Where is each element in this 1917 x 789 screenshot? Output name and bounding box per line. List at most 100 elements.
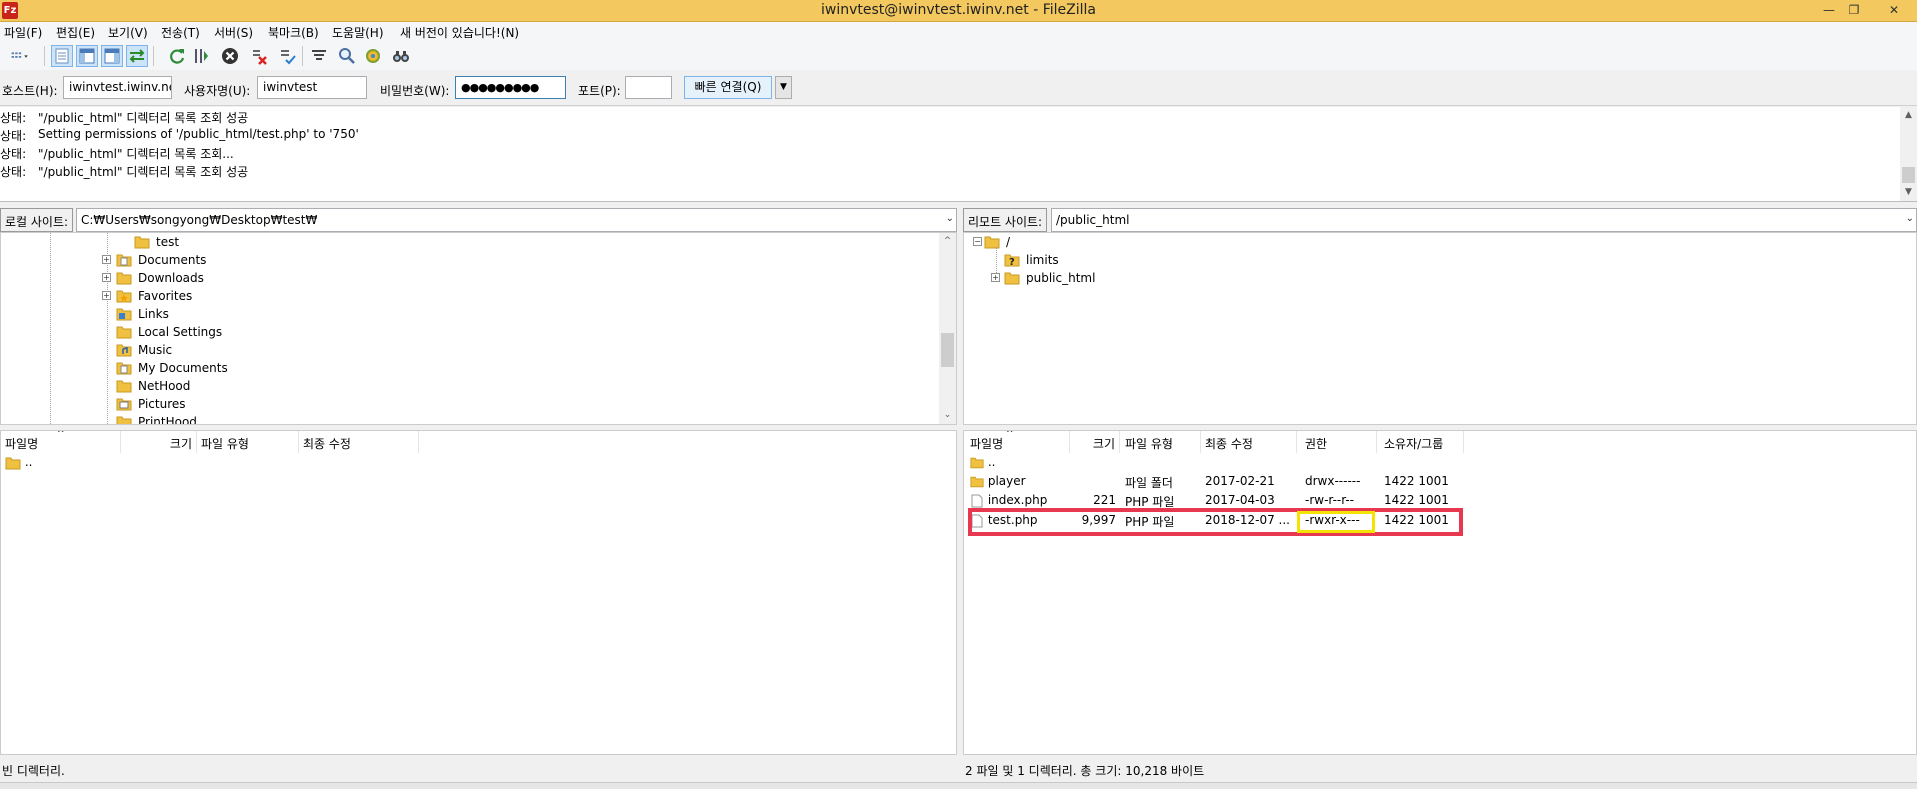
tree-node[interactable]: PrintHood <box>116 413 197 424</box>
menu-view[interactable]: 보기(V) <box>108 24 148 41</box>
cancel-operation-icon[interactable] <box>219 45 241 67</box>
column-header-filetype[interactable]: 파일 유형 <box>201 431 299 453</box>
remote-site-bar: 리모트 사이트: /public_html ⌄ <box>963 208 1917 232</box>
tree-node[interactable]: public_html <box>1004 269 1095 287</box>
menu-bar: 파일(F) 편집(E) 보기(V) 전송(T) 서버(S) 북마크(B) 도움말… <box>0 22 1917 42</box>
table-row[interactable]: .. <box>970 455 995 474</box>
scroll-up-icon[interactable]: ▲ <box>1900 107 1917 124</box>
tree-node[interactable]: Favorites <box>116 287 192 305</box>
tree-node-label: limits <box>1026 253 1059 267</box>
collapse-icon[interactable]: − <box>973 237 982 246</box>
local-tree-scrollbar[interactable]: ^ ⌄ <box>939 233 956 424</box>
directory-filter-icon[interactable] <box>308 45 330 67</box>
toolbar <box>0 42 1917 70</box>
column-header-size[interactable]: 크기 <box>1070 431 1120 453</box>
column-header-size[interactable]: 크기 <box>121 431 197 453</box>
quickconnect-button[interactable]: 빠른 연결(Q) <box>684 76 772 99</box>
music-icon <box>116 344 132 357</box>
tree-node[interactable]: Links <box>116 305 169 323</box>
local-status-text: 빈 디렉터리. <box>0 757 957 781</box>
chevron-down-icon[interactable]: ⌄ <box>1906 213 1914 224</box>
folder-icon <box>134 236 150 249</box>
password-input[interactable]: ●●●●●●●●● <box>455 76 566 99</box>
expand-icon[interactable]: + <box>102 273 111 282</box>
search-remote-files-icon[interactable] <box>390 45 412 67</box>
local-path-input[interactable]: C:₩Users₩songyong₩Desktop₩test₩ ⌄ <box>76 208 957 232</box>
toggle-local-tree-icon[interactable] <box>76 45 98 67</box>
expand-icon[interactable]: + <box>102 291 111 300</box>
expand-icon[interactable]: + <box>102 255 111 264</box>
title-bar: Fz iwinvtest@iwinvtest.iwinv.net - FileZ… <box>0 0 1917 22</box>
toggle-log-icon[interactable] <box>51 45 73 67</box>
pictures-icon <box>116 398 132 411</box>
host-input[interactable]: iwinvtest.iwinv.net <box>63 76 172 99</box>
column-header-label: 파일명 <box>5 437 39 451</box>
log-scrollbar[interactable]: ▲ ▼ <box>1900 107 1917 201</box>
column-header-modified[interactable]: 최종 수정 <box>303 431 419 453</box>
tree-node[interactable]: Documents <box>116 251 206 269</box>
menu-file[interactable]: 파일(F) <box>4 24 42 41</box>
tree-node[interactable]: My Documents <box>116 359 228 377</box>
menu-new-version[interactable]: 새 버전이 있습니다!(N) <box>400 24 519 41</box>
tree-node-label: Local Settings <box>138 325 223 339</box>
scroll-down-icon[interactable]: ⌄ <box>939 407 956 424</box>
menu-server[interactable]: 서버(S) <box>214 24 253 41</box>
tree-node[interactable]: Pictures <box>116 395 186 413</box>
window-title: iwinvtest@iwinvtest.iwinv.net - FileZill… <box>821 2 1096 18</box>
chevron-down-icon[interactable]: ⌄ <box>946 213 954 224</box>
scrollbar-thumb[interactable] <box>941 333 954 367</box>
restore-icon[interactable]: ❐ <box>1842 2 1866 18</box>
tree-node[interactable]: Downloads <box>116 269 204 287</box>
column-header-permissions[interactable]: 권한 <box>1305 431 1377 453</box>
menu-transfer[interactable]: 전송(T) <box>161 24 200 41</box>
refresh-icon[interactable] <box>166 45 188 67</box>
remote-site-label: 리모트 사이트: <box>963 208 1048 232</box>
remote-path-text: /public_html <box>1056 213 1130 227</box>
column-header-filename[interactable]: 파일명 ^ <box>970 431 1070 453</box>
menu-help[interactable]: 도움말(H) <box>332 24 384 41</box>
log-status-label: 상태: <box>0 147 27 161</box>
menu-bookmarks[interactable]: 북마크(B) <box>268 24 319 41</box>
tree-node[interactable]: test <box>134 233 179 251</box>
process-queue-icon[interactable] <box>190 45 212 67</box>
site-manager-icon[interactable] <box>2 45 38 67</box>
tree-node[interactable]: Music <box>116 341 172 359</box>
remote-directory-tree: − / ? limits + public_html <box>963 232 1917 425</box>
close-icon[interactable]: ✕ <box>1882 2 1906 18</box>
favorites-icon <box>116 290 132 303</box>
column-header-filetype[interactable]: 파일 유형 <box>1125 431 1201 453</box>
scroll-up-icon[interactable]: ^ <box>939 233 956 250</box>
sync-browsing-icon[interactable] <box>362 45 384 67</box>
username-input[interactable]: iwinvtest <box>257 76 367 99</box>
tree-node[interactable]: / <box>984 233 1010 251</box>
disconnect-icon[interactable] <box>248 45 270 67</box>
toggle-remote-tree-icon[interactable] <box>101 45 123 67</box>
menu-edit[interactable]: 편집(E) <box>56 24 95 41</box>
tree-node[interactable]: NetHood <box>116 377 190 395</box>
table-row[interactable]: player <box>970 474 1026 493</box>
remote-path-input[interactable]: /public_html ⌄ <box>1051 208 1917 232</box>
list-item[interactable]: .. <box>5 455 32 474</box>
tree-node-label: Music <box>138 343 173 357</box>
expand-icon[interactable]: + <box>991 273 1000 282</box>
quickconnect-dropdown-icon[interactable]: ▼ <box>775 76 792 99</box>
column-header-modified[interactable]: 최종 수정 <box>1205 431 1297 453</box>
port-input[interactable] <box>625 76 672 99</box>
scrollbar-thumb[interactable] <box>1902 167 1915 183</box>
local-site-bar: 로컬 사이트: C:₩Users₩songyong₩Desktop₩test₩ … <box>0 208 957 232</box>
toggle-transfer-queue-icon[interactable] <box>126 45 148 67</box>
folder-icon <box>984 236 1000 249</box>
reconnect-icon[interactable] <box>276 45 298 67</box>
file-owner: 1422 1001 <box>1384 474 1449 488</box>
host-label: 호스트(H): <box>2 84 58 98</box>
tree-node[interactable]: Local Settings <box>116 323 222 341</box>
log-status-label: 상태: <box>0 111 27 125</box>
column-header-filename[interactable]: 파일명 ^ <box>5 431 121 453</box>
column-header-owner[interactable]: 소유자/그룹 <box>1384 431 1464 453</box>
folder-icon <box>116 380 132 393</box>
scroll-down-icon[interactable]: ▼ <box>1900 184 1917 201</box>
tree-node[interactable]: ? limits <box>1004 251 1059 269</box>
directory-comparison-icon[interactable] <box>336 45 358 67</box>
minimize-icon[interactable]: — <box>1817 2 1841 18</box>
file-name: index.php <box>987 493 1048 507</box>
